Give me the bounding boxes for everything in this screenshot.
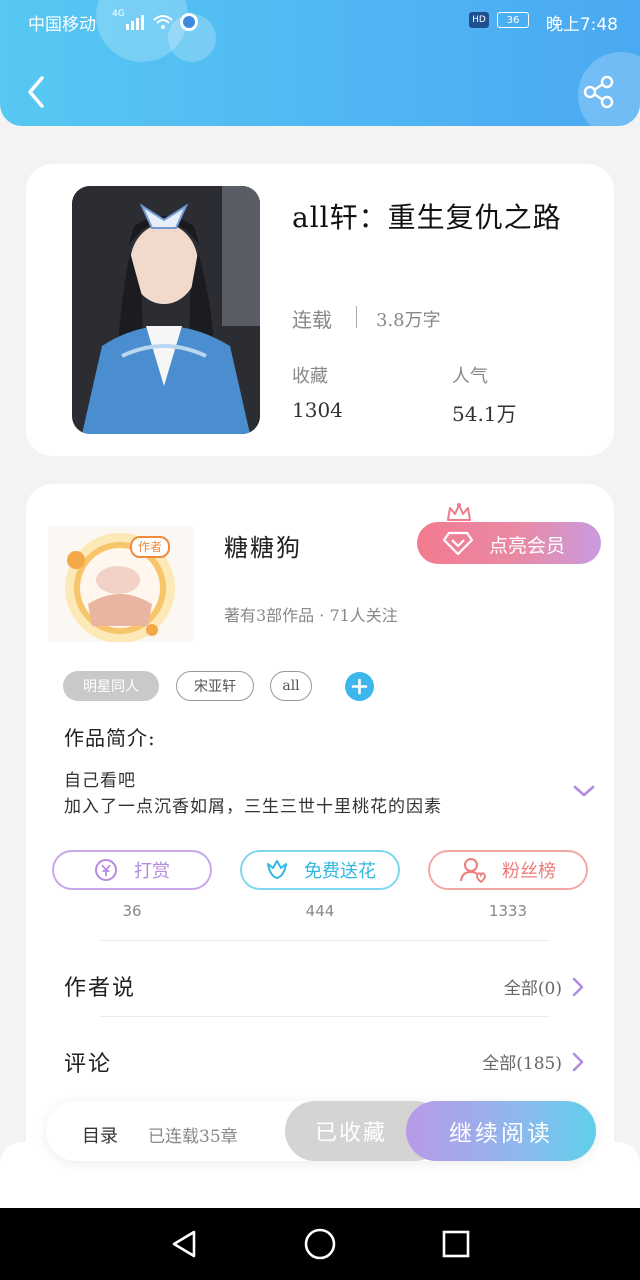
favorites-label: 收藏 [292, 366, 328, 387]
tip-button-label: 打赏 [134, 861, 170, 882]
author-says-all-label: 全部(0) [503, 979, 562, 999]
tip-button[interactable]: 打赏 [52, 850, 212, 890]
header: 中国移动 4G HD 36 晚上7:48 [0, 0, 640, 126]
comments-all-link[interactable]: 全部(185) [482, 1049, 588, 1074]
divider [100, 1016, 550, 1017]
fan-ranking-button[interactable]: 粉丝榜 [428, 850, 588, 890]
fan-count: 1333 [488, 902, 528, 920]
tag-chip[interactable]: 明星同人 [63, 671, 159, 701]
battery-icon: 36 [497, 12, 529, 28]
toc-button[interactable]: 目录 [82, 1122, 118, 1148]
chevron-left-icon [28, 76, 44, 108]
tip-count: 36 [122, 902, 142, 920]
fan-ranking-label: 粉丝榜 [502, 861, 556, 882]
clock: 晚上7:48 [545, 15, 618, 35]
favorited-label: 已收藏 [314, 1121, 387, 1146]
tag-label: all [282, 678, 300, 694]
nav-home-icon[interactable] [303, 1227, 337, 1261]
favorites-value: 1304 [292, 398, 343, 422]
book-title: all轩：重生复仇之路 [292, 201, 562, 234]
serial-status: 连载 [292, 308, 332, 332]
vip-button-label: 点亮会员 [489, 535, 566, 557]
chevron-right-icon [572, 977, 584, 996]
divider [356, 306, 357, 328]
intro-text-line: 加入了一点沉香如屑，三生三世十里桃花的因素 [64, 797, 442, 817]
carrier-label: 中国移动 [28, 15, 96, 35]
popularity-label: 人气 [452, 366, 488, 387]
vip-button[interactable]: 点亮会员 [417, 522, 601, 564]
continue-reading-button[interactable]: 继续阅读 [406, 1101, 596, 1161]
tag-chip[interactable]: 宋亚轩 [176, 671, 254, 701]
popularity-value: 54.1万 [452, 402, 517, 426]
intro-text-line: 自己看吧 [64, 771, 136, 791]
nav-back-icon[interactable] [168, 1228, 200, 1260]
status-bar: 中国移动 4G HD 36 晚上7:48 [0, 0, 640, 44]
author-says-all-link[interactable]: 全部(0) [504, 974, 588, 999]
add-tag-button[interactable] [345, 672, 374, 701]
chevron-down-icon [573, 785, 595, 797]
hd-icon: HD [469, 12, 489, 28]
avatar-image [48, 526, 194, 643]
send-flower-button[interactable]: 免费送花 [240, 850, 400, 890]
comments-title: 评论 [64, 1052, 113, 1077]
chevron-right-icon [572, 1052, 584, 1071]
intro-label: 作品简介: [64, 726, 156, 750]
author-meta: 著有3部作品 · 71人关注 [224, 606, 398, 625]
flower-icon [267, 860, 287, 879]
fan-user-icon [460, 858, 486, 883]
divider [100, 940, 550, 941]
system-nav-bar [0, 1208, 640, 1280]
author-says-title: 作者说 [64, 976, 137, 1001]
cover-illustration [72, 186, 260, 434]
battery-level: 36 [506, 14, 520, 26]
crown-icon [447, 503, 471, 521]
author-name[interactable]: 糖糖狗 [224, 528, 302, 563]
flower-count: 444 [305, 902, 335, 920]
diamond-icon [443, 531, 473, 555]
book-cover-image[interactable] [72, 186, 260, 434]
signal-wifi-icon [126, 13, 198, 31]
send-flower-label: 免费送花 [304, 861, 376, 882]
continue-reading-label: 继续阅读 [449, 1121, 553, 1147]
nav-recents-icon[interactable] [440, 1228, 472, 1260]
comments-all-label: 全部(185) [482, 1054, 562, 1074]
share-button[interactable] [582, 74, 616, 110]
plus-icon [351, 678, 368, 695]
tag-label: 宋亚轩 [194, 679, 236, 695]
share-icon [583, 75, 614, 109]
tag-label: 明星同人 [83, 679, 139, 695]
tag-chip[interactable]: all [270, 671, 312, 701]
word-count: 3.8万字 [376, 310, 441, 331]
network-label: 4G [112, 9, 125, 19]
author-badge: 作者 [130, 536, 171, 558]
author-avatar[interactable]: 作者 [48, 526, 194, 643]
expand-intro-button[interactable] [572, 782, 596, 800]
chapter-count: 已连载35章 [148, 1127, 238, 1147]
yuan-coin-icon [95, 859, 117, 881]
back-button[interactable] [22, 74, 54, 110]
